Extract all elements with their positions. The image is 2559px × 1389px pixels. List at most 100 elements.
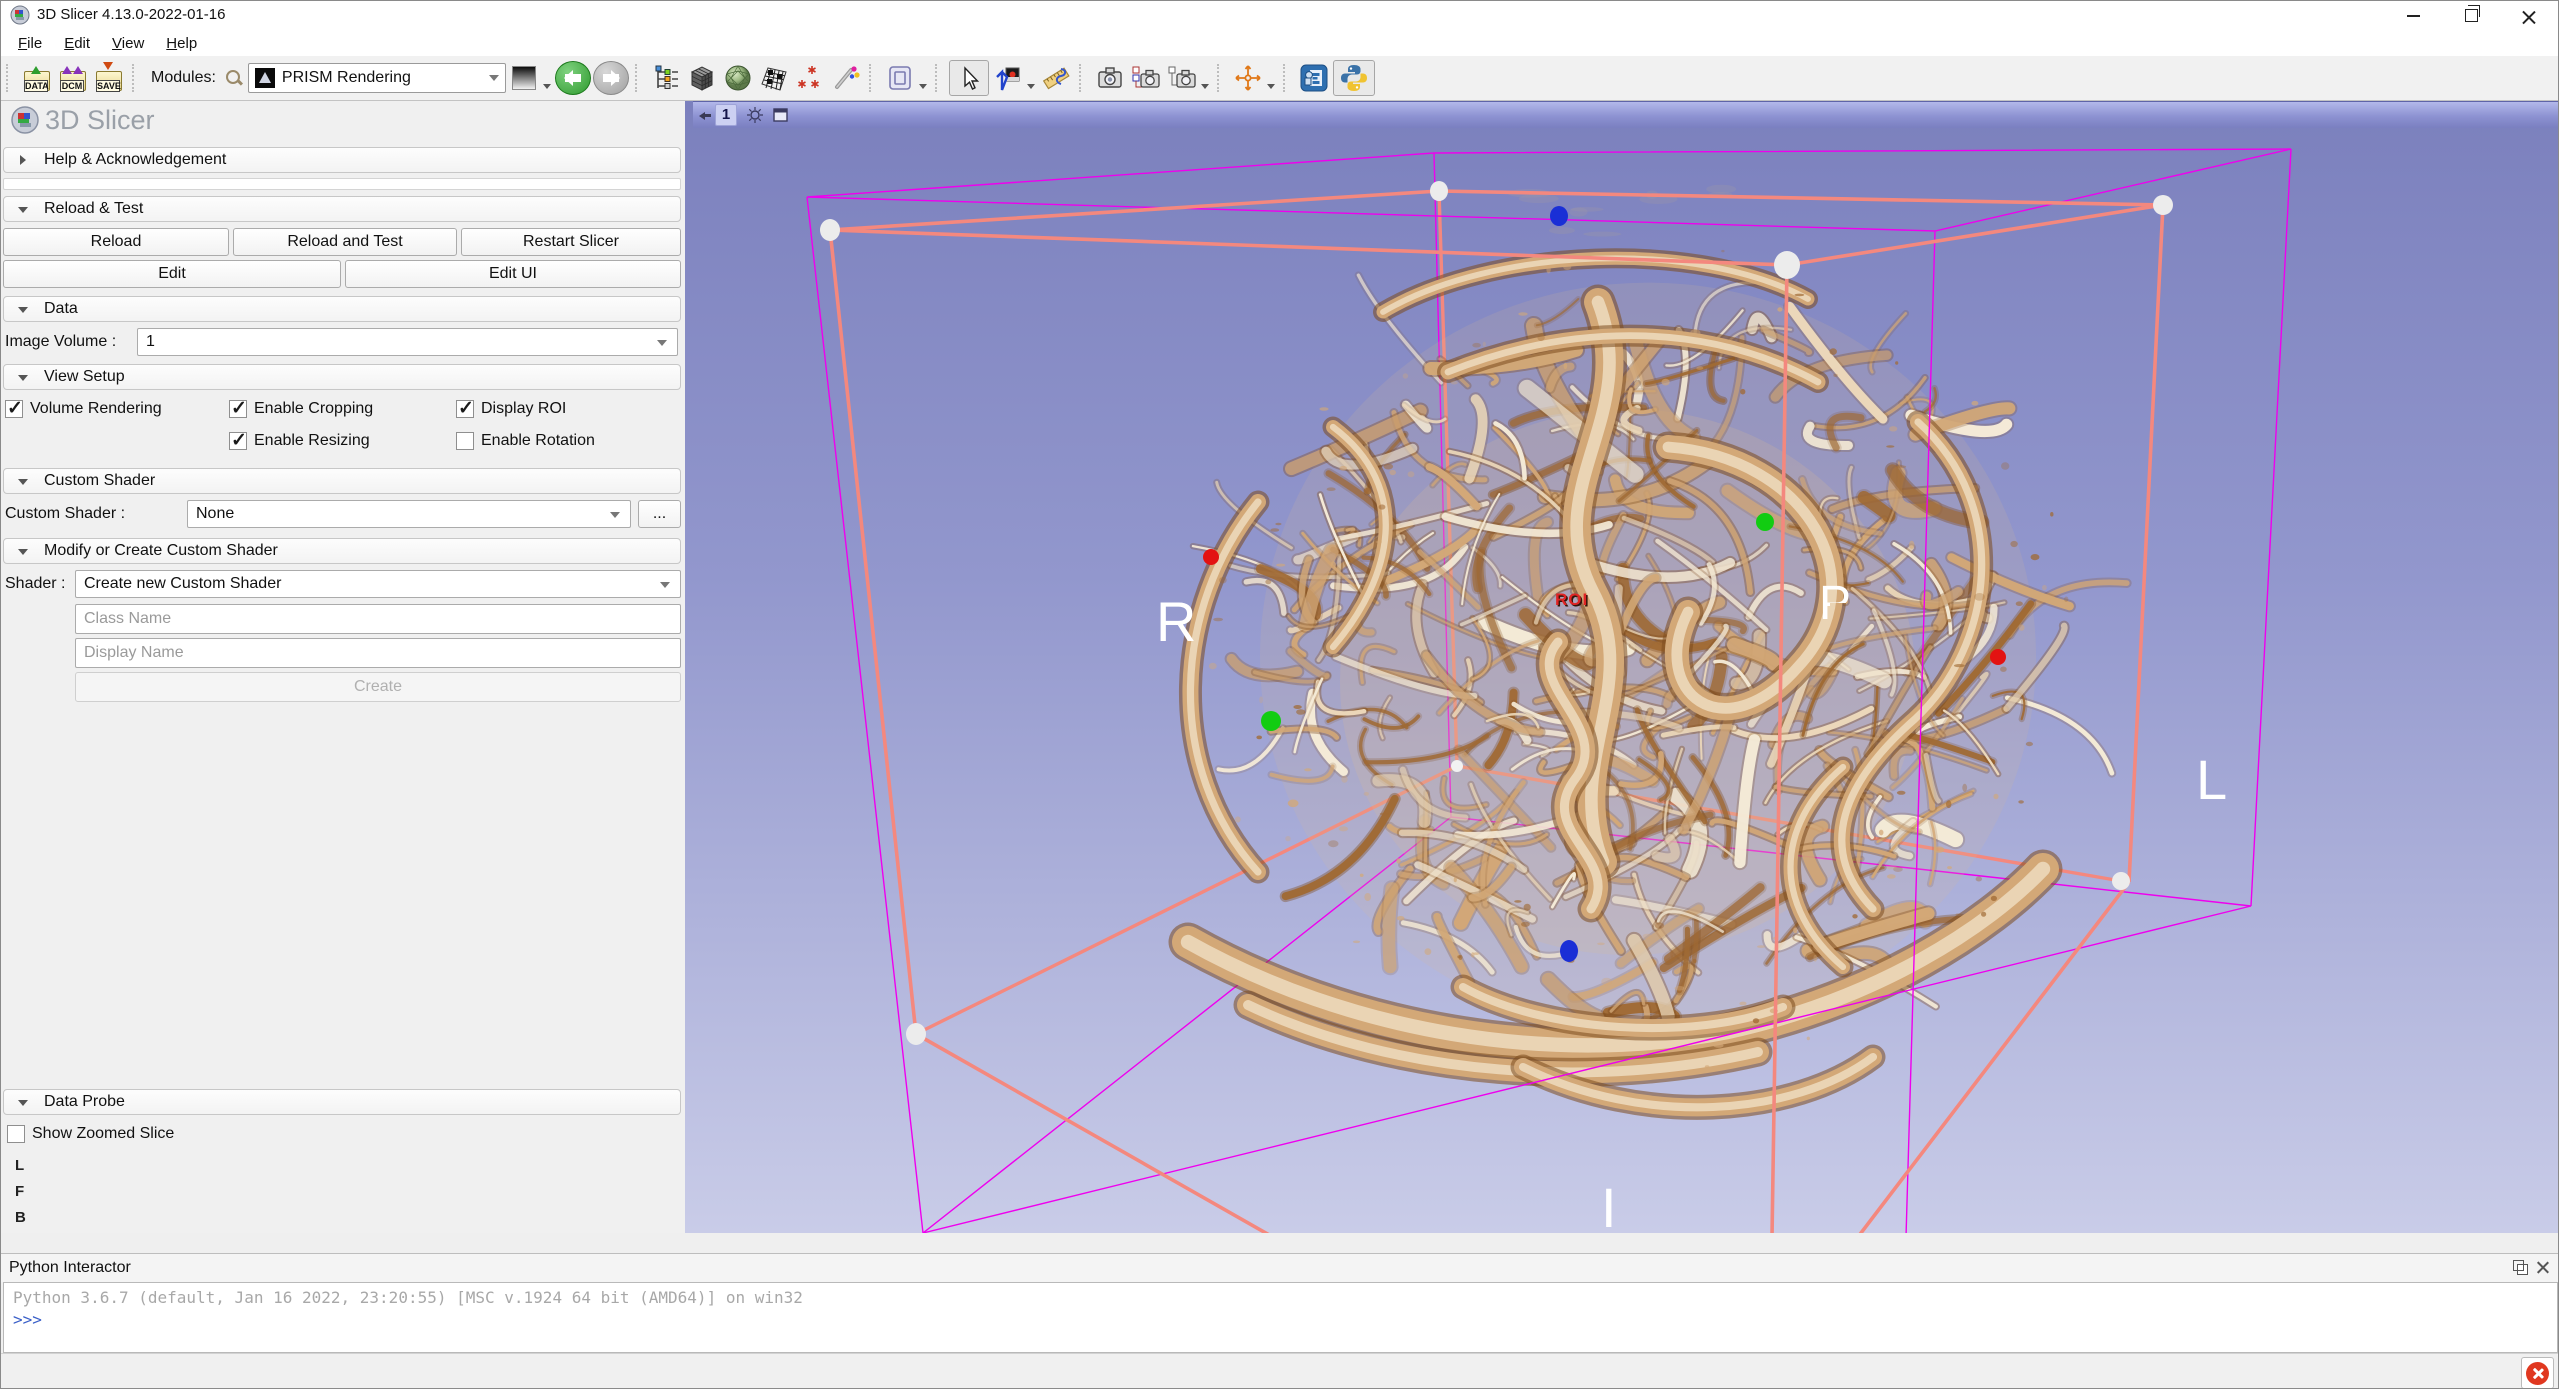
- toolbar-grip: [132, 64, 140, 92]
- enable-rotation-checkbox[interactable]: Enable Rotation: [456, 430, 595, 452]
- section-label: Reload & Test: [44, 200, 143, 217]
- image-volume-selector[interactable]: 1: [137, 328, 678, 356]
- roi-face-handle-green[interactable]: [1756, 513, 1774, 531]
- menu-view[interactable]: View: [101, 33, 155, 54]
- volumes-module-button[interactable]: [685, 61, 719, 95]
- class-name-field[interactable]: [75, 604, 681, 634]
- extensions-manager-button[interactable]: [1297, 61, 1331, 95]
- dock-close-icon[interactable]: [2535, 1260, 2550, 1275]
- checkbox-label: Show Zoomed Slice: [32, 1125, 174, 1143]
- menu-file[interactable]: File: [7, 33, 53, 54]
- models-module-button[interactable]: [721, 61, 755, 95]
- python-console-button[interactable]: [1333, 60, 1375, 96]
- section-reload-test[interactable]: Reload & Test: [3, 196, 681, 222]
- screenshot-button[interactable]: [1093, 61, 1127, 95]
- place-point-icon: [994, 64, 1022, 92]
- roi-face-handle-blue[interactable]: [1560, 940, 1578, 962]
- section-data[interactable]: Data: [3, 296, 681, 322]
- view-controls-icon[interactable]: [745, 105, 765, 125]
- view-header-bar: 1: [693, 101, 2559, 128]
- view-pin-icon[interactable]: [699, 110, 711, 120]
- section-view-setup[interactable]: View Setup: [3, 364, 681, 390]
- layout-dropdown-icon[interactable]: [919, 84, 927, 89]
- module-history-button[interactable]: [507, 61, 541, 95]
- display-roi-checkbox[interactable]: Display ROI: [456, 398, 566, 420]
- enable-resizing-checkbox[interactable]: Enable Resizing: [229, 430, 370, 452]
- section-custom-shader[interactable]: Custom Shader: [3, 468, 681, 494]
- custom-shader-selector[interactable]: None: [187, 500, 631, 528]
- dock-float-icon[interactable]: [2513, 1260, 2528, 1275]
- show-zoomed-slice-checkbox[interactable]: Show Zoomed Slice: [7, 1123, 174, 1145]
- module-forward-button[interactable]: [593, 61, 629, 95]
- subject-hierarchy-module-button[interactable]: [649, 61, 683, 95]
- error-log-button[interactable]: [2521, 1357, 2554, 1389]
- ruler-icon: [1041, 63, 1071, 93]
- back-arrow-icon: [565, 74, 581, 82]
- create-shader-button[interactable]: Create: [75, 672, 681, 702]
- roi-face-handle-green[interactable]: [1261, 711, 1281, 731]
- roi-face-handle-blue[interactable]: [1550, 206, 1568, 226]
- crosshair-dropdown-icon[interactable]: [1267, 84, 1275, 89]
- transforms-module-icon: [758, 62, 790, 94]
- module-selector-value: PRISM Rendering: [282, 69, 489, 87]
- restore-scene-view-button[interactable]: [1165, 61, 1199, 95]
- module-search-icon[interactable]: [224, 68, 244, 88]
- annotations-module-button[interactable]: [829, 61, 863, 95]
- save-button[interactable]: SAVE: [92, 62, 126, 94]
- section-label: Modify or Create Custom Shader: [44, 542, 278, 559]
- crosshair-button[interactable]: [1231, 61, 1265, 95]
- python-prompt: >>>: [13, 1310, 2548, 1329]
- scene-view-button[interactable]: [1129, 61, 1163, 95]
- transforms-module-button[interactable]: [757, 61, 791, 95]
- mouse-interaction-button[interactable]: [949, 60, 989, 96]
- orientation-label-right: R: [1156, 590, 1196, 653]
- volume-rendering[interactable]: [1188, 185, 2127, 1108]
- roi-face-handle-red[interactable]: [1990, 649, 2006, 665]
- edit-button[interactable]: Edit: [3, 260, 341, 288]
- roi-corner-handle[interactable]: [2153, 195, 2173, 215]
- place-dropdown-icon[interactable]: [1027, 84, 1035, 89]
- volume-rendering-checkbox[interactable]: Volume Rendering: [5, 398, 162, 420]
- menu-help[interactable]: Help: [155, 33, 208, 54]
- restore-button[interactable]: [2442, 1, 2500, 30]
- measurements-button[interactable]: [1039, 61, 1073, 95]
- close-icon: [2522, 9, 2536, 23]
- section-help-acknowledgement[interactable]: Help & Acknowledgement: [3, 147, 681, 173]
- maximize-view-icon[interactable]: [772, 106, 790, 124]
- roi-face-handle-red[interactable]: [1203, 549, 1219, 565]
- more-options-button[interactable]: ...: [638, 500, 681, 528]
- enable-cropping-checkbox[interactable]: Enable Cropping: [229, 398, 373, 420]
- section-label: View Setup: [44, 368, 125, 385]
- reload-and-test-button[interactable]: Reload and Test: [233, 228, 457, 256]
- close-button[interactable]: [2500, 1, 2558, 30]
- reload-button[interactable]: Reload: [3, 228, 229, 256]
- display-name-field[interactable]: [75, 638, 681, 668]
- roi-corner-handle[interactable]: [1451, 760, 1463, 772]
- roi-corner-handle-active[interactable]: [1774, 251, 1800, 279]
- error-icon: [2526, 1362, 2549, 1385]
- minimize-button[interactable]: [2384, 1, 2442, 30]
- roi-corner-handle[interactable]: [820, 219, 840, 241]
- python-console[interactable]: Python 3.6.7 (default, Jan 16 2022, 23:2…: [3, 1282, 2558, 1353]
- section-data-probe[interactable]: Data Probe: [3, 1089, 681, 1115]
- load-data-button[interactable]: DATA: [20, 62, 54, 94]
- roi-corner-handle[interactable]: [1430, 181, 1448, 201]
- layout-selector-button[interactable]: [883, 61, 917, 95]
- menu-edit[interactable]: Edit: [53, 33, 101, 54]
- module-selector[interactable]: PRISM Rendering: [248, 63, 506, 93]
- scene-view-dropdown-icon[interactable]: [1201, 84, 1209, 89]
- threed-viewport[interactable]: P: [693, 127, 2559, 1233]
- dock-splitter[interactable]: [1, 1233, 2558, 1253]
- roi-corner-handle[interactable]: [2112, 872, 2130, 890]
- dicom-button[interactable]: DCM: [56, 62, 90, 94]
- title-bar: 3D Slicer 4.13.0-2022-01-16: [1, 1, 2558, 30]
- history-dropdown-icon[interactable]: [543, 84, 551, 89]
- place-markup-button[interactable]: [991, 61, 1025, 95]
- shader-selector[interactable]: Create new Custom Shader: [75, 570, 681, 598]
- section-modify-create-shader[interactable]: Modify or Create Custom Shader: [3, 538, 681, 564]
- edit-ui-button[interactable]: Edit UI: [345, 260, 681, 288]
- restart-slicer-button[interactable]: Restart Slicer: [461, 228, 681, 256]
- markups-module-button[interactable]: [793, 61, 827, 95]
- roi-corner-handle[interactable]: [906, 1023, 926, 1045]
- module-back-button[interactable]: [555, 61, 591, 95]
